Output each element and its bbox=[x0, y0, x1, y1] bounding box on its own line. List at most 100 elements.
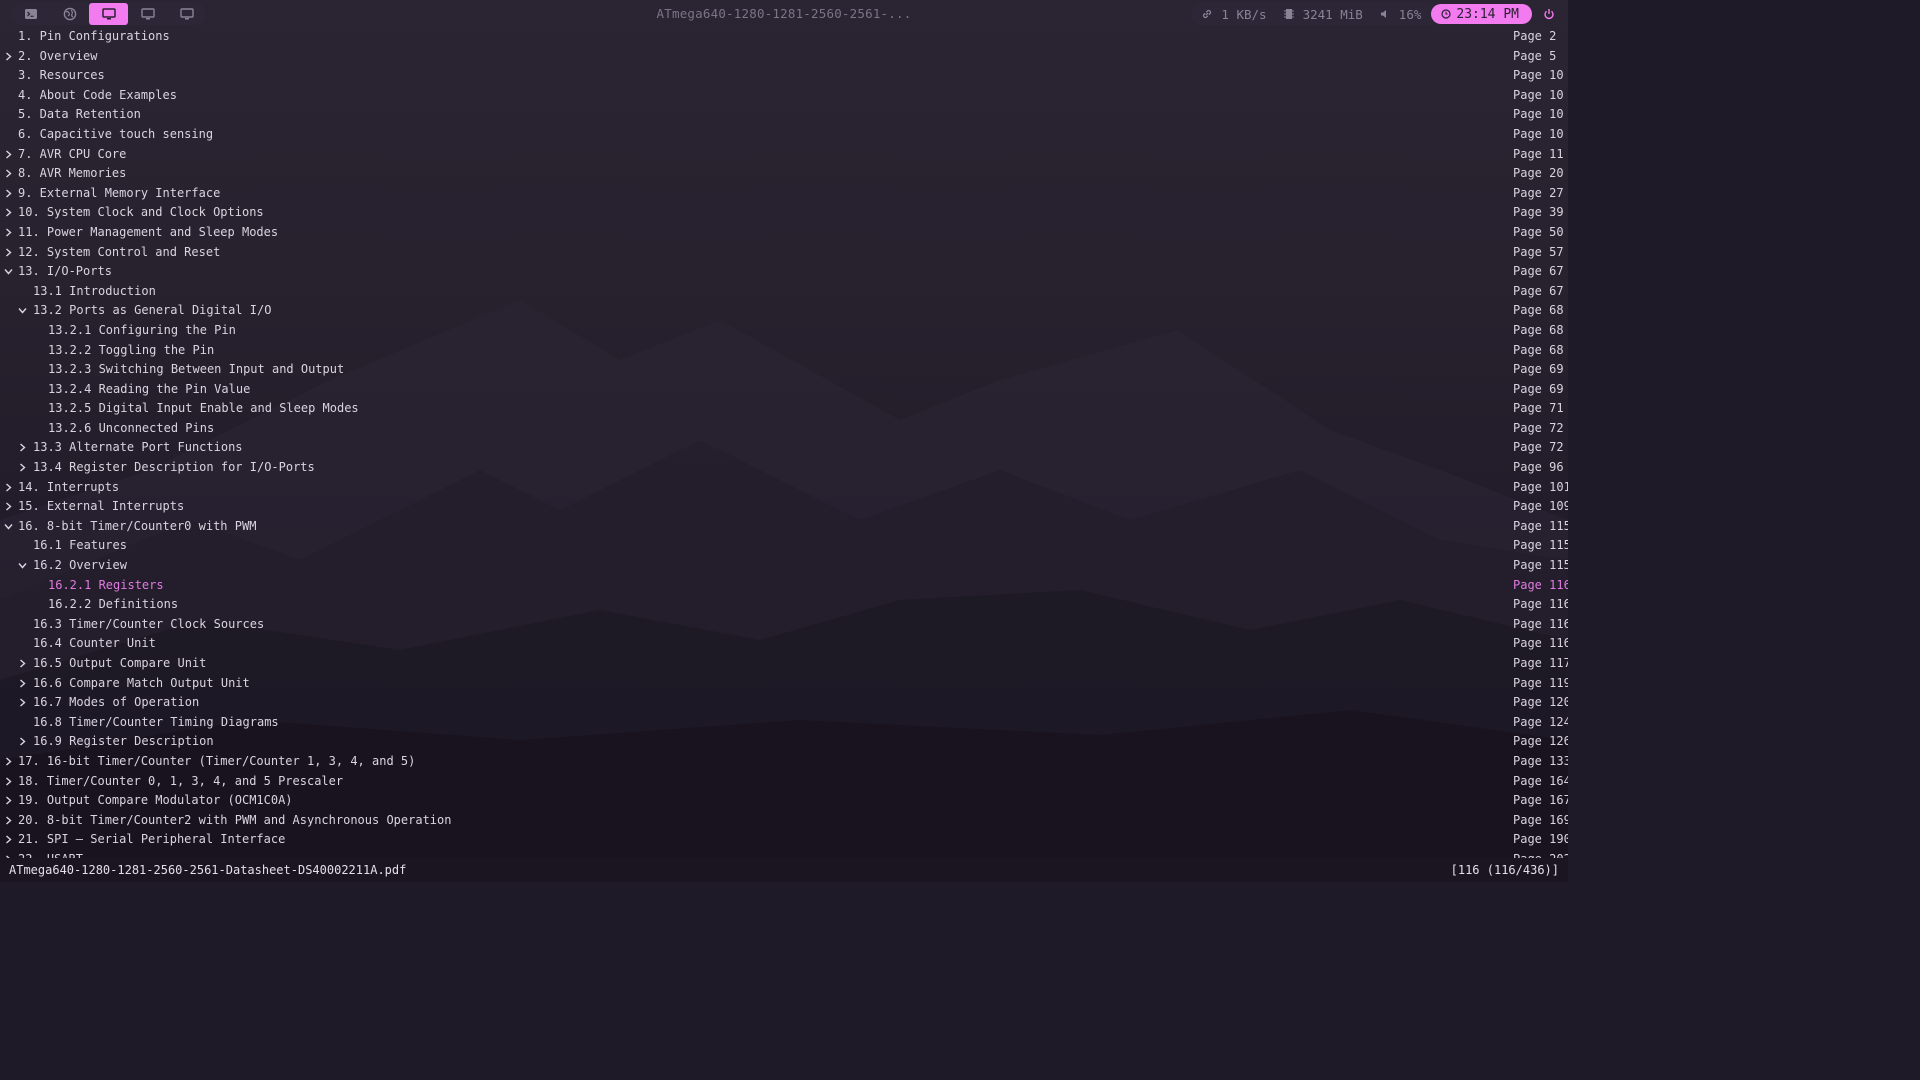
outline-entry-title: 15. External Interrupts bbox=[18, 499, 185, 514]
chevron-right-icon[interactable] bbox=[4, 757, 13, 766]
chevron-right-icon[interactable] bbox=[4, 52, 13, 61]
outline-entry-title: 13.2.6 Unconnected Pins bbox=[48, 420, 215, 435]
outline-entry[interactable]: 13.2.5 Digital Input Enable and Sleep Mo… bbox=[0, 399, 1568, 419]
outline-entry[interactable]: 10. System Clock and Clock Options Page 3… bbox=[0, 203, 1568, 223]
chevron-right-icon[interactable] bbox=[4, 502, 13, 511]
page-position: [116 (116/436)] bbox=[1450, 863, 1559, 877]
outline-entry[interactable]: 13.2 Ports as General Digital I/O Page 68 bbox=[0, 301, 1568, 321]
outline-entry[interactable]: 8. AVR Memories Page 20 bbox=[0, 164, 1568, 184]
outline-entry-title: 13.2.2 Toggling the Pin bbox=[48, 342, 215, 357]
outline-entry[interactable]: 18. Timer/Counter 0, 1, 3, 4, and 5 Pres… bbox=[0, 772, 1568, 792]
outline-entry-page: Page 2 bbox=[1513, 29, 1557, 43]
clock-icon bbox=[1441, 9, 1451, 19]
outline-entry[interactable]: 13.2.1 Configuring the Pin Page 68 bbox=[0, 321, 1568, 341]
chevron-right-icon[interactable] bbox=[4, 483, 13, 492]
volume-stat[interactable]: 16% bbox=[1379, 7, 1421, 22]
outline-entry[interactable]: 16.4 Counter Unit Page 116 bbox=[0, 634, 1568, 654]
outline-entry[interactable]: 11. Power Management and Sleep Modes Page… bbox=[0, 223, 1568, 243]
outline-entry[interactable]: 13. I/O-Ports Page 67 bbox=[0, 262, 1568, 282]
memory-usage: 3241 MiB bbox=[1302, 6, 1363, 22]
outline-entry[interactable]: 17. 16-bit Timer/Counter (Timer/Counter … bbox=[0, 752, 1568, 772]
chevron-right-icon[interactable] bbox=[18, 679, 27, 688]
outline-entry-title: 21. SPI – Serial Peripheral Interface bbox=[18, 832, 286, 847]
chevron-right-icon[interactable] bbox=[18, 698, 27, 707]
outline-entry[interactable]: 16.6 Compare Match Output Unit Page 119 bbox=[0, 674, 1568, 694]
outline-entry[interactable]: 13.2.6 Unconnected Pins Page 72 bbox=[0, 419, 1568, 439]
outline-entry[interactable]: 13.1 Introduction Page 67 bbox=[0, 282, 1568, 302]
outline-entry[interactable]: 13.3 Alternate Port Functions Page 72 bbox=[0, 438, 1568, 458]
outline-entry[interactable]: 19. Output Compare Modulator (OCM1C0A) Pa… bbox=[0, 791, 1568, 811]
outline-entry[interactable]: 14. Interrupts Page 101 bbox=[0, 478, 1568, 498]
outline-entry-page: Page 167 bbox=[1513, 793, 1568, 808]
outline-entry[interactable]: 13.2.4 Reading the Pin Value Page 69 bbox=[0, 380, 1568, 400]
chevron-right-icon[interactable] bbox=[4, 189, 13, 198]
outline-entry-title: 13.2 Ports as General Digital I/O bbox=[33, 303, 272, 318]
outline-entry[interactable]: 16. 8-bit Timer/Counter0 with PWM Page 11… bbox=[0, 517, 1568, 537]
outline-entry-page: Page 68 bbox=[1513, 342, 1564, 357]
outline-entry-title: 8. AVR Memories bbox=[18, 166, 127, 181]
clock-pill[interactable]: 23:14 PM bbox=[1431, 4, 1532, 24]
outline-entry-page: Page 116 bbox=[1513, 577, 1568, 592]
outline-entry[interactable]: 21. SPI – Serial Peripheral Interface Pag… bbox=[0, 830, 1568, 850]
chevron-right-icon[interactable] bbox=[18, 443, 27, 452]
link-icon bbox=[1203, 9, 1212, 19]
zathura-window: ATmega640-1280-1281-2560-2561-... 1 KB/s… bbox=[0, 0, 1568, 882]
outline-entry-title: 13.3 Alternate Port Functions bbox=[33, 440, 243, 455]
outline-entry[interactable]: 6. Capacitive touch sensing Page 10 bbox=[0, 125, 1568, 145]
outline-entry[interactable]: 2. Overview Page 5 bbox=[0, 47, 1568, 67]
chevron-right-icon[interactable] bbox=[4, 796, 13, 805]
outline-entry[interactable]: 4. About Code Examples Page 10 bbox=[0, 86, 1568, 106]
outline-entry[interactable]: 5. Data Retention Page 10 bbox=[0, 105, 1568, 125]
chevron-right-icon[interactable] bbox=[4, 150, 13, 159]
outline-entry-page: Page 101 bbox=[1513, 479, 1568, 494]
outline-entry-page: Page 71 bbox=[1513, 401, 1564, 416]
index-outline: 1. Pin Configurations Page 2 2. Overview Pa… bbox=[0, 27, 1568, 859]
outline-entry[interactable]: 16.9 Register Description Page 126 bbox=[0, 732, 1568, 752]
chevron-down-icon[interactable] bbox=[4, 267, 13, 276]
chevron-right-icon[interactable] bbox=[4, 248, 13, 257]
outline-entry-page: Page 67 bbox=[1513, 283, 1564, 298]
outline-entry[interactable]: 16.2.1 Registers Page 116 bbox=[0, 576, 1568, 596]
chevron-right-icon[interactable] bbox=[4, 169, 13, 178]
chevron-down-icon[interactable] bbox=[4, 522, 13, 531]
network-stat[interactable]: 1 KB/s bbox=[1201, 7, 1267, 22]
chevron-down-icon[interactable] bbox=[18, 306, 27, 315]
outline-entry[interactable]: 16.2.2 Definitions Page 116 bbox=[0, 595, 1568, 615]
outline-entry[interactable]: 16.5 Output Compare Unit Page 117 bbox=[0, 654, 1568, 674]
outline-entry[interactable]: 16.1 Features Page 115 bbox=[0, 536, 1568, 556]
power-button[interactable] bbox=[1538, 3, 1560, 25]
chevron-right-icon[interactable] bbox=[4, 777, 13, 786]
outline-entry[interactable]: 13.2.2 Toggling the Pin Page 68 bbox=[0, 341, 1568, 361]
outline-entry[interactable]: 16.2 Overview Page 115 bbox=[0, 556, 1568, 576]
outline-entry[interactable]: 13.4 Register Description for I/O-Ports P… bbox=[0, 458, 1568, 478]
outline-entry[interactable]: 16.8 Timer/Counter Timing Diagrams Page 1… bbox=[0, 713, 1568, 733]
outline-entry[interactable]: 15. External Interrupts Page 109 bbox=[0, 497, 1568, 517]
outline-entry[interactable]: 7. AVR CPU Core Page 11 bbox=[0, 145, 1568, 165]
outline-entry[interactable]: 9. External Memory Interface Page 27 bbox=[0, 184, 1568, 204]
chevron-right-icon[interactable] bbox=[18, 463, 27, 472]
outline-entry[interactable]: 13.2.3 Switching Between Input and Outpu… bbox=[0, 360, 1568, 380]
outline-entry-page: Page 133 bbox=[1513, 753, 1568, 768]
chevron-right-icon[interactable] bbox=[4, 228, 13, 237]
chevron-right-icon[interactable] bbox=[4, 816, 13, 825]
chevron-right-icon[interactable] bbox=[4, 208, 13, 217]
outline-entry-page: Page 10 bbox=[1513, 87, 1564, 102]
chevron-right-icon[interactable] bbox=[4, 835, 13, 844]
outline-entry[interactable]: 12. System Control and Reset Page 57 bbox=[0, 243, 1568, 263]
outline-entry[interactable]: 1. Pin Configurations Page 2 bbox=[0, 27, 1568, 47]
memory-stat[interactable]: 3241 MiB bbox=[1283, 7, 1363, 22]
outline-entry-page: Page 57 bbox=[1513, 244, 1564, 259]
outline-entry-page: Page 10 bbox=[1513, 126, 1564, 141]
outline-entry-page: Page 116 bbox=[1513, 616, 1568, 631]
outline-entry[interactable]: 20. 8-bit Timer/Counter2 with PWM and As… bbox=[0, 811, 1568, 831]
outline-entry-title: 20. 8-bit Timer/Counter2 with PWM and As… bbox=[18, 812, 452, 827]
outline-entry[interactable]: 16.3 Timer/Counter Clock Sources Page 116 bbox=[0, 615, 1568, 635]
outline-entry-page: Page 68 bbox=[1513, 303, 1564, 318]
chevron-right-icon[interactable] bbox=[18, 737, 27, 746]
chevron-down-icon[interactable] bbox=[18, 561, 27, 570]
chevron-right-icon[interactable] bbox=[18, 659, 27, 668]
outline-entry-page: Page 115 bbox=[1513, 518, 1568, 533]
outline-entry-title: 10. System Clock and Clock Options bbox=[18, 205, 264, 220]
outline-entry[interactable]: 3. Resources Page 10 bbox=[0, 66, 1568, 86]
outline-entry[interactable]: 16.7 Modes of Operation Page 120 bbox=[0, 693, 1568, 713]
